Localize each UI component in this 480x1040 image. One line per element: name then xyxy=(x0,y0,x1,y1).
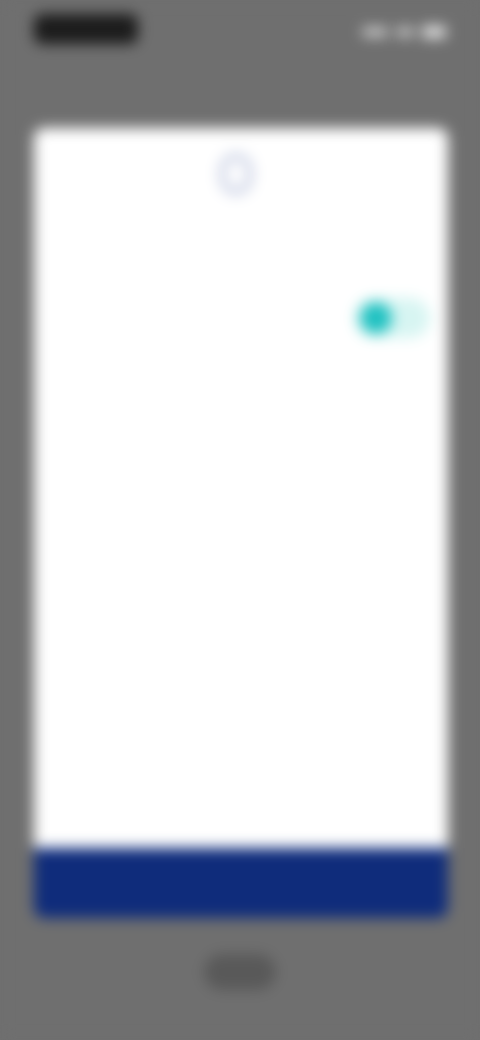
settings-row-value[interactable] xyxy=(52,388,430,432)
status-time xyxy=(34,14,138,44)
status-bar xyxy=(0,0,480,64)
toggle-knob xyxy=(360,302,392,334)
settings-sheet xyxy=(34,128,448,918)
bottom-action-bar xyxy=(34,848,448,918)
status-icons xyxy=(362,26,446,38)
wifi-icon xyxy=(396,28,414,36)
shield-icon xyxy=(220,154,252,194)
settings-row-toggle[interactable] xyxy=(52,296,430,340)
setting-toggle[interactable] xyxy=(354,298,430,338)
battery-icon xyxy=(422,26,446,38)
confirm-button[interactable] xyxy=(201,864,281,902)
home-indicator[interactable] xyxy=(204,954,276,990)
signal-icon xyxy=(362,28,388,36)
screen-overlay xyxy=(0,0,480,1040)
